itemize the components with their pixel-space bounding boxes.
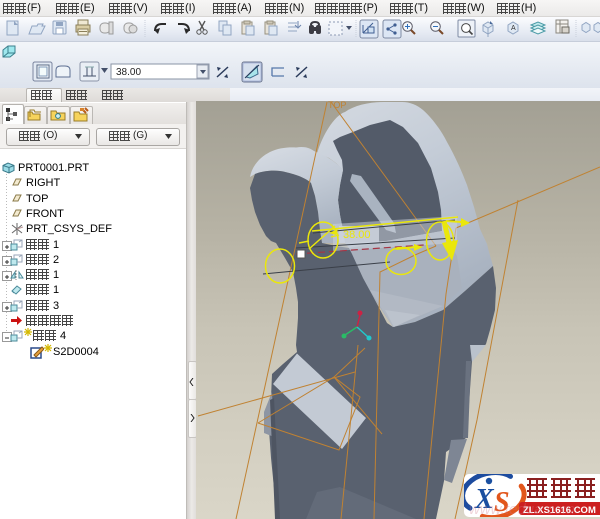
- svg-text:38.00: 38.00: [116, 67, 141, 78]
- svg-text:38.00: 38.00: [343, 229, 371, 241]
- svg-text:www.tedua.com: www.tedua.com: [469, 501, 575, 518]
- svg-text:TOP: TOP: [328, 101, 346, 110]
- svg-text:A: A: [511, 25, 516, 32]
